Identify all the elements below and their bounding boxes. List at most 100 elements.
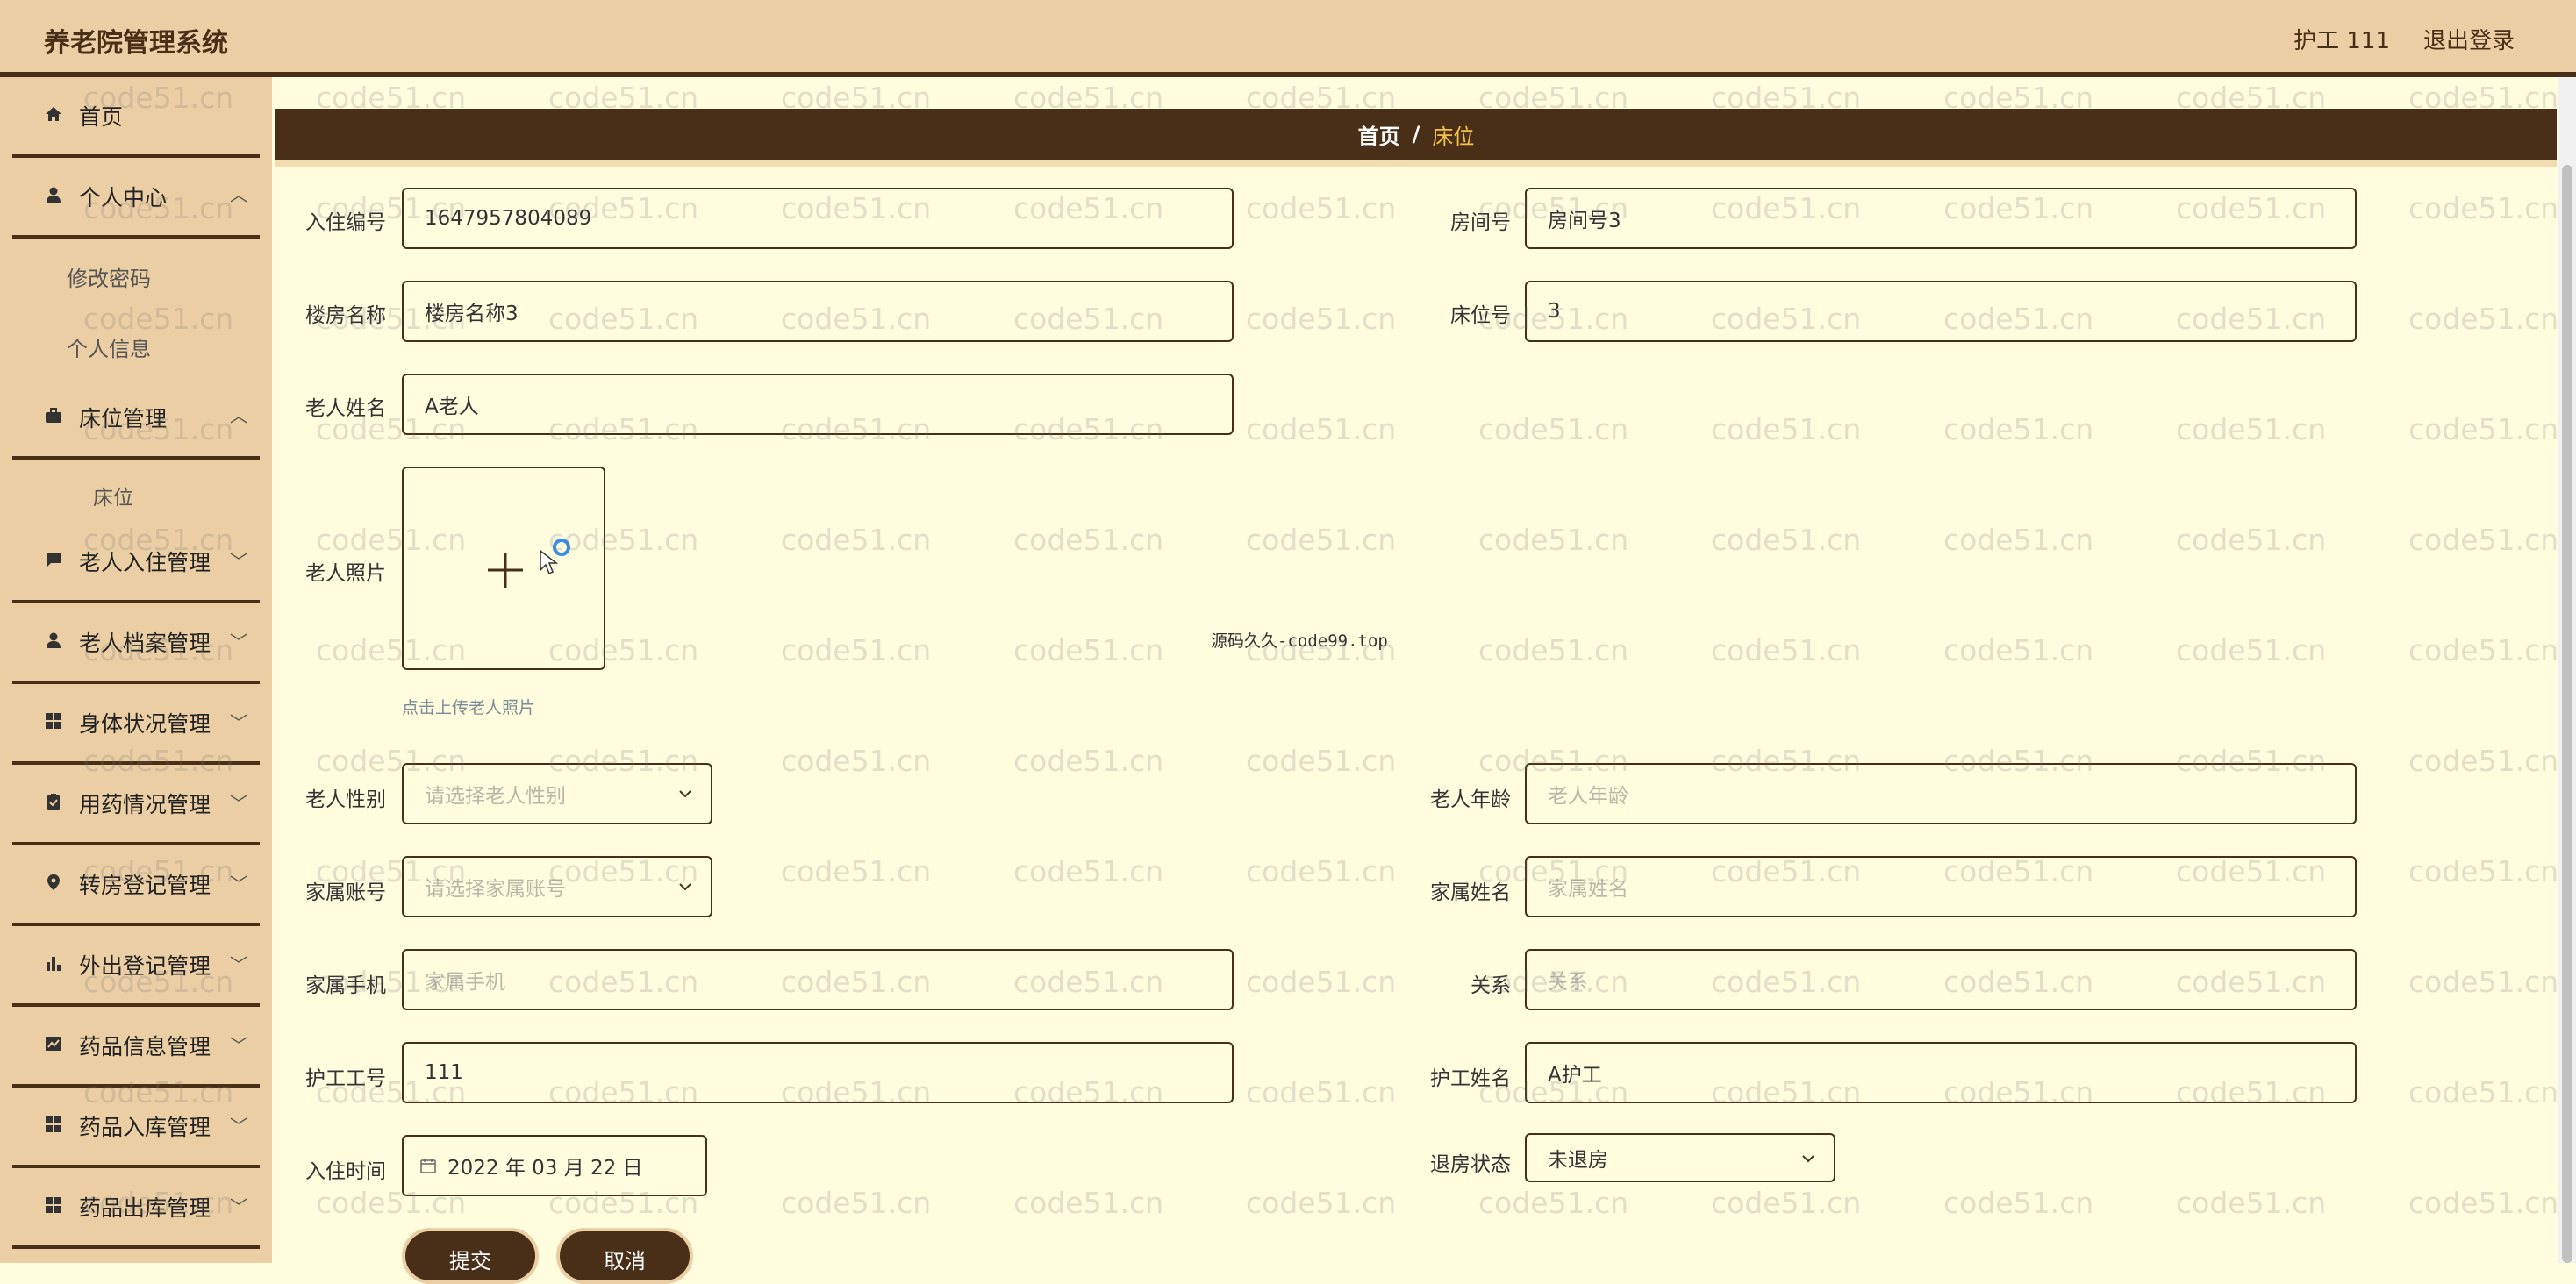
breadcrumb-separator: / bbox=[1412, 122, 1420, 146]
sidebar-item-drug-outbound[interactable]: 药品出库管理 ﹀ bbox=[0, 1188, 272, 1223]
checkin-time-picker[interactable]: 2022 年 03 月 22 日 bbox=[402, 1135, 707, 1196]
chevron-down-icon: ﹀ bbox=[230, 551, 247, 572]
caregiver-name-label: 护工姓名 bbox=[1430, 1067, 1511, 1090]
elder-photo-label: 老人照片 bbox=[305, 562, 386, 585]
chevron-down-icon bbox=[679, 790, 691, 798]
relation-input[interactable]: 关系 bbox=[1525, 949, 2357, 1010]
checkin-no-input[interactable]: 1647957804089 bbox=[402, 188, 1234, 249]
divider bbox=[12, 600, 260, 603]
sidebar-item-label: 药品信息管理 bbox=[79, 1034, 211, 1059]
room-no-input[interactable]: 房间号3 bbox=[1525, 188, 2357, 249]
elder-age-input[interactable]: 老人年龄 bbox=[1525, 763, 2357, 824]
checkout-status-select[interactable]: 未退房 bbox=[1525, 1133, 1835, 1182]
building-name-input[interactable]: 楼房名称3 bbox=[402, 281, 1234, 342]
sidebar-item-label: 身体状况管理 bbox=[79, 711, 211, 737]
family-name-input[interactable]: 家属姓名 bbox=[1525, 856, 2357, 917]
bed-no-input[interactable]: 3 bbox=[1525, 281, 2357, 342]
sidebar-item-label: 老人入住管理 bbox=[79, 550, 211, 575]
sidebar-item-home[interactable]: 首页 bbox=[0, 96, 272, 132]
top-bar: 养老院管理系统 护工 111 退出登录 bbox=[0, 0, 2576, 77]
photo-upload-hint: 点击上传老人照片 bbox=[402, 698, 536, 717]
family-phone-label: 家属手机 bbox=[305, 974, 386, 997]
breadcrumb: 首页 / 床位 bbox=[275, 109, 2557, 167]
chevron-up-icon: ﹀ bbox=[230, 404, 247, 425]
scrollbar[interactable] bbox=[2558, 77, 2576, 1263]
elder-gender-label: 老人性别 bbox=[305, 788, 386, 811]
divider bbox=[12, 1003, 260, 1007]
sidebar-item-label: 老人档案管理 bbox=[79, 631, 211, 656]
checkin-time-value: 2022 年 03 月 22 日 bbox=[447, 1157, 643, 1180]
breadcrumb-current: 床位 bbox=[1432, 124, 1475, 149]
elder-name-input[interactable]: A老人 bbox=[402, 374, 1234, 435]
sidebar-subitem-change-password[interactable]: 修改密码 bbox=[67, 261, 151, 292]
chevron-down-icon: ﹀ bbox=[230, 1196, 247, 1217]
sidebar-subitem-personal-info[interactable]: 个人信息 bbox=[67, 332, 151, 362]
plus-icon bbox=[488, 553, 523, 588]
chevron-down-icon: ﹀ bbox=[230, 1035, 247, 1056]
caregiver-no-input[interactable]: 111 bbox=[402, 1042, 1234, 1103]
trend-chart-icon bbox=[44, 1034, 63, 1053]
sidebar-item-label: 药品入库管理 bbox=[79, 1115, 211, 1140]
family-account-label: 家属账号 bbox=[305, 881, 386, 904]
sidebar-item-label: 用药情况管理 bbox=[79, 792, 211, 817]
sidebar-item-drug-inbound[interactable]: 药品入库管理 ﹀ bbox=[0, 1107, 272, 1142]
grid-icon bbox=[44, 1115, 63, 1134]
user-icon bbox=[44, 185, 63, 204]
divider bbox=[12, 456, 260, 460]
sidebar-item-outing-registration[interactable]: 外出登记管理 ﹀ bbox=[0, 945, 272, 981]
caregiver-name-input[interactable]: A护工 bbox=[1525, 1042, 2357, 1103]
sidebar-item-label: 个人中心 bbox=[79, 185, 168, 210]
sidebar-item-checkin-management[interactable]: 老人入住管理 ﹀ bbox=[0, 542, 272, 577]
chevron-down-icon: ﹀ bbox=[230, 712, 247, 733]
location-pin-icon bbox=[44, 873, 63, 892]
caregiver-no-label: 护工工号 bbox=[305, 1067, 386, 1090]
relation-label: 关系 bbox=[1470, 974, 1511, 997]
checkout-status-label: 退房状态 bbox=[1430, 1153, 1511, 1176]
logout-link[interactable]: 退出登录 bbox=[2423, 23, 2515, 55]
scrollbar-thumb[interactable] bbox=[2562, 165, 2572, 1263]
divider bbox=[12, 681, 260, 684]
grid-icon bbox=[44, 1195, 63, 1215]
breadcrumb-home[interactable]: 首页 bbox=[1358, 119, 1400, 150]
home-icon bbox=[44, 104, 63, 124]
elder-gender-placeholder: 请选择老人性别 bbox=[425, 785, 566, 808]
sidebar-item-personal-center[interactable]: 个人中心 ﹀ bbox=[0, 177, 272, 212]
chevron-down-icon: ﹀ bbox=[230, 631, 247, 653]
clipboard-icon bbox=[44, 792, 63, 811]
bar-chart-icon bbox=[44, 953, 63, 973]
bed-no-label: 床位号 bbox=[1450, 304, 1511, 327]
submit-button[interactable]: 提交 bbox=[402, 1228, 539, 1284]
message-icon bbox=[44, 550, 63, 569]
divider bbox=[12, 154, 260, 158]
sidebar-item-archive-management[interactable]: 老人档案管理 ﹀ bbox=[0, 623, 272, 658]
sidebar-item-medication-management[interactable]: 用药情况管理 ﹀ bbox=[0, 784, 272, 819]
sidebar-item-label: 外出登记管理 bbox=[79, 953, 211, 979]
cursor-icon bbox=[540, 539, 570, 575]
grid-icon bbox=[44, 711, 63, 731]
sidebar-item-drug-info[interactable]: 药品信息管理 ﹀ bbox=[0, 1026, 272, 1061]
sidebar-subitem-bed[interactable]: 床位 bbox=[93, 481, 133, 510]
sidebar-item-label: 药品出库管理 bbox=[79, 1195, 211, 1221]
elder-gender-select[interactable]: 请选择老人性别 bbox=[402, 763, 712, 824]
sidebar-item-label: 首页 bbox=[79, 104, 124, 130]
elder-age-label: 老人年龄 bbox=[1430, 788, 1511, 811]
divider bbox=[12, 1084, 260, 1088]
cancel-button[interactable]: 取消 bbox=[556, 1228, 693, 1284]
calendar-icon bbox=[420, 1159, 436, 1173]
chevron-down-icon: ﹀ bbox=[230, 954, 247, 975]
chevron-down-icon bbox=[679, 883, 691, 891]
building-name-label: 楼房名称 bbox=[305, 304, 386, 327]
divider bbox=[12, 1165, 260, 1168]
room-no-label: 房间号 bbox=[1450, 211, 1511, 234]
elder-name-label: 老人姓名 bbox=[305, 397, 386, 420]
briefcase-icon bbox=[44, 406, 63, 425]
divider bbox=[12, 1245, 260, 1249]
photo-upload-box[interactable] bbox=[402, 467, 605, 670]
divider bbox=[12, 842, 260, 845]
sidebar-item-room-transfer[interactable]: 转房登记管理 ﹀ bbox=[0, 865, 272, 900]
family-phone-input[interactable]: 家属手机 bbox=[402, 949, 1234, 1010]
sidebar-item-bed-management[interactable]: 床位管理 ﹀ bbox=[0, 398, 272, 433]
family-account-select[interactable]: 请选择家属账号 bbox=[402, 856, 712, 917]
divider bbox=[12, 923, 260, 926]
sidebar-item-health-management[interactable]: 身体状况管理 ﹀ bbox=[0, 703, 272, 738]
